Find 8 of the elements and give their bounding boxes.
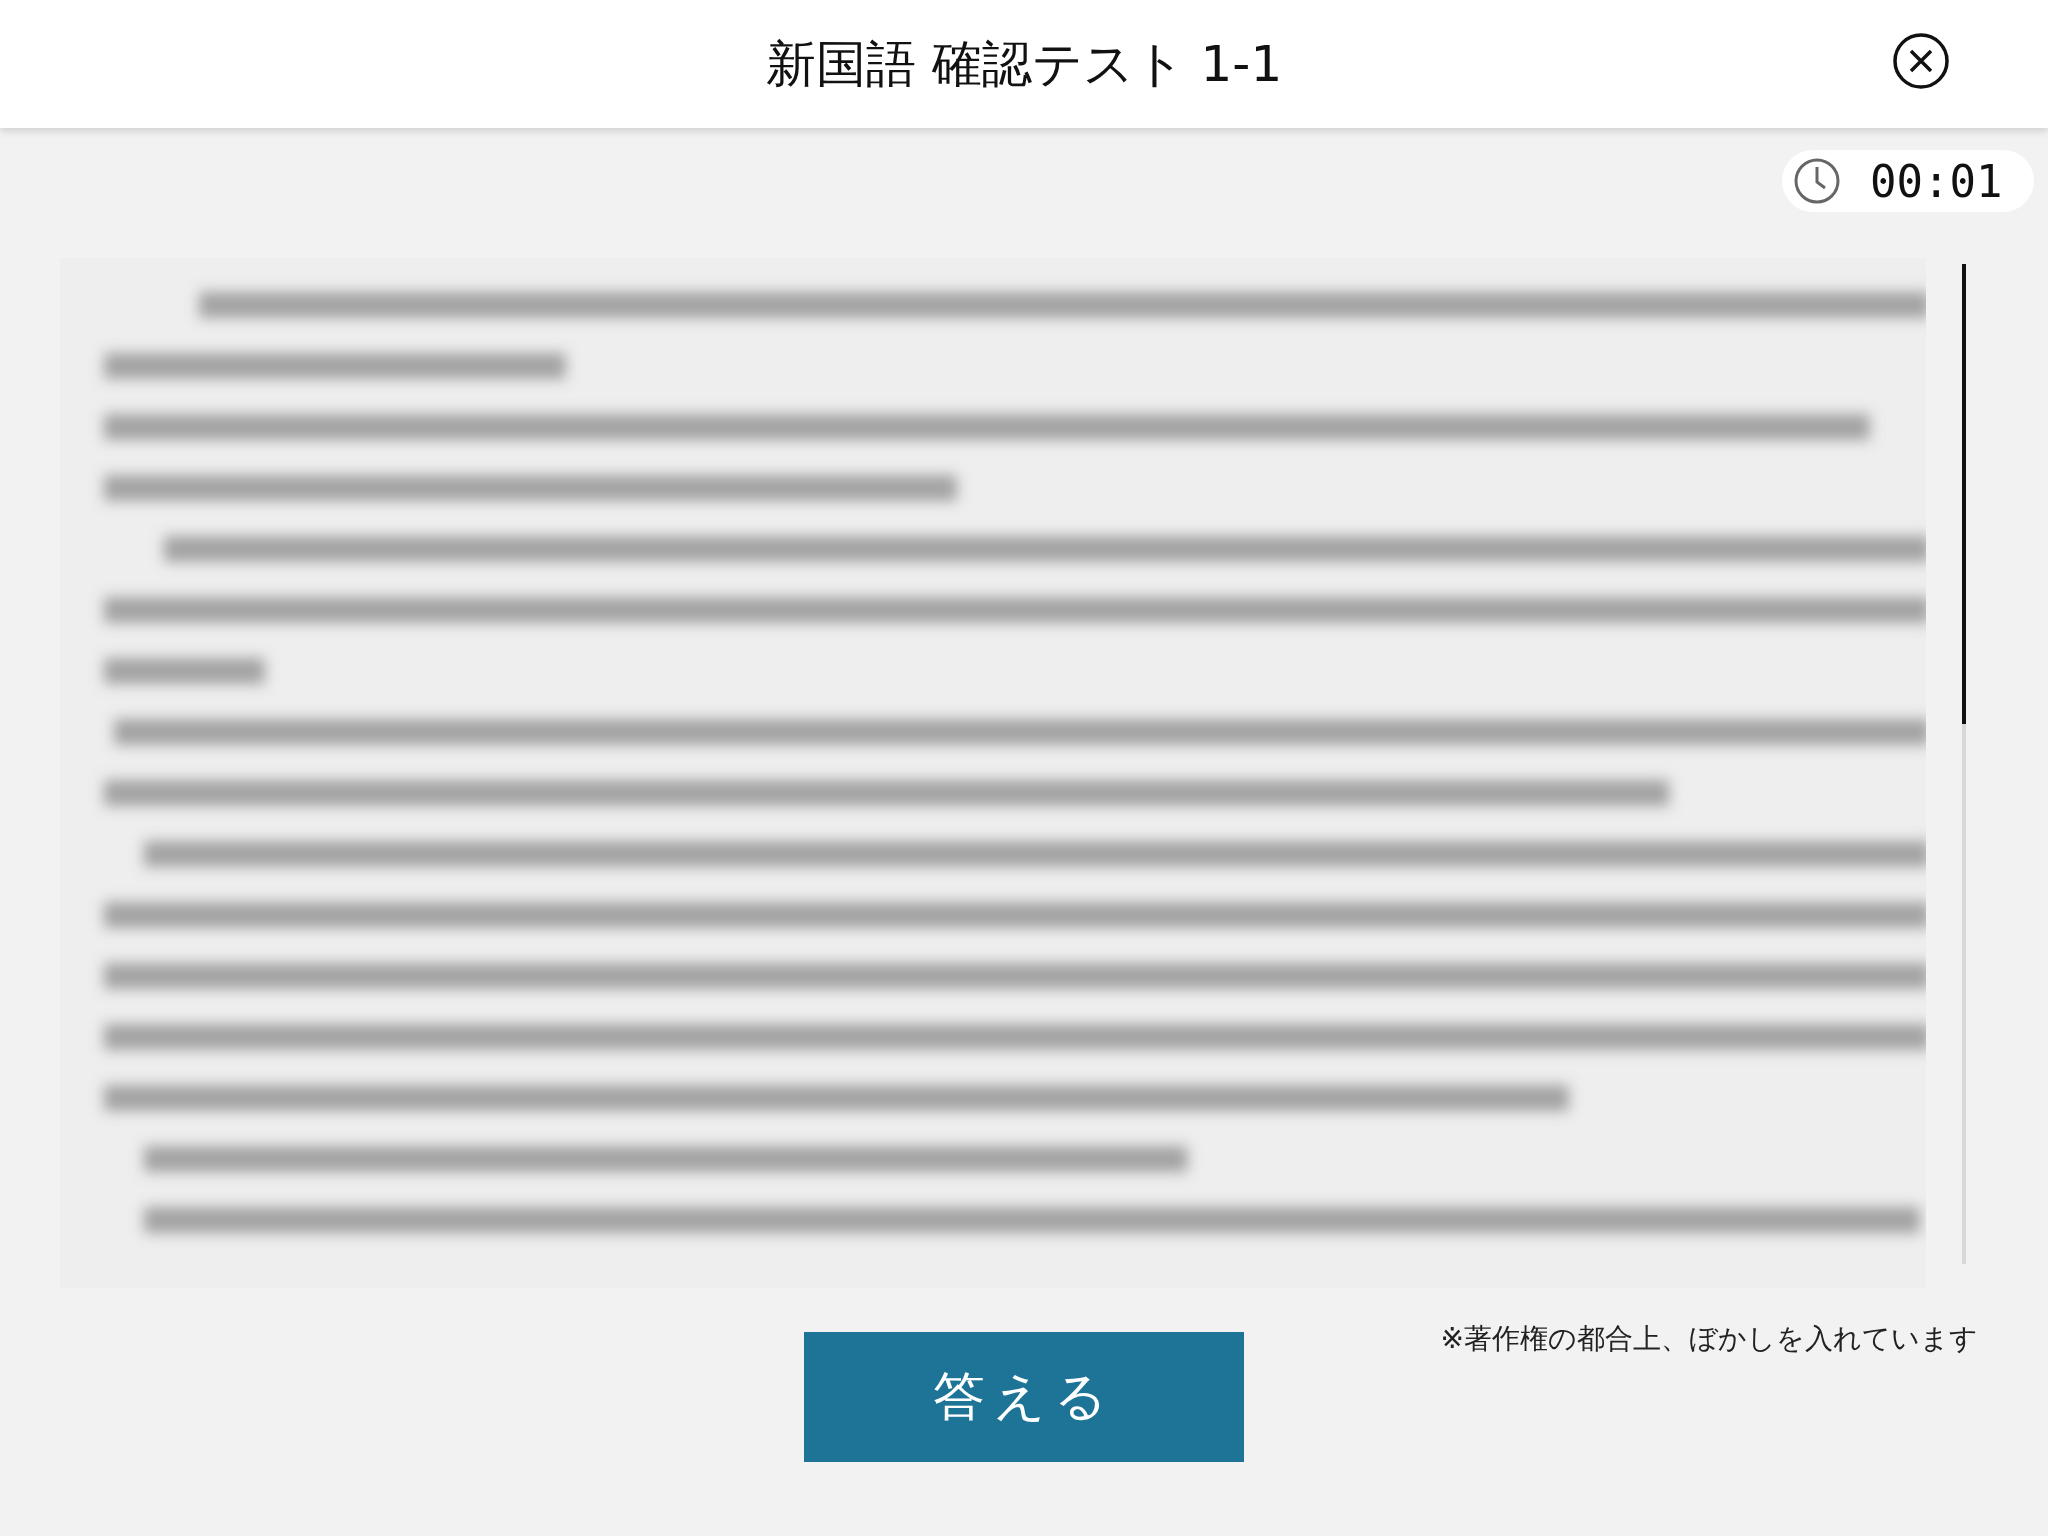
- timer-text: 00:01: [1870, 155, 2003, 207]
- test-title: 新国語 確認テスト 1-1: [765, 33, 1283, 95]
- answer-button[interactable]: 答える: [804, 1332, 1244, 1462]
- close-button[interactable]: [1892, 32, 1950, 90]
- copyright-note: ※著作権の都合上、ぼかしを入れています: [1440, 1321, 1978, 1357]
- close-icon: [1892, 32, 1950, 90]
- clock-icon: [1792, 156, 1842, 206]
- scrollbar[interactable]: [1962, 264, 1966, 1264]
